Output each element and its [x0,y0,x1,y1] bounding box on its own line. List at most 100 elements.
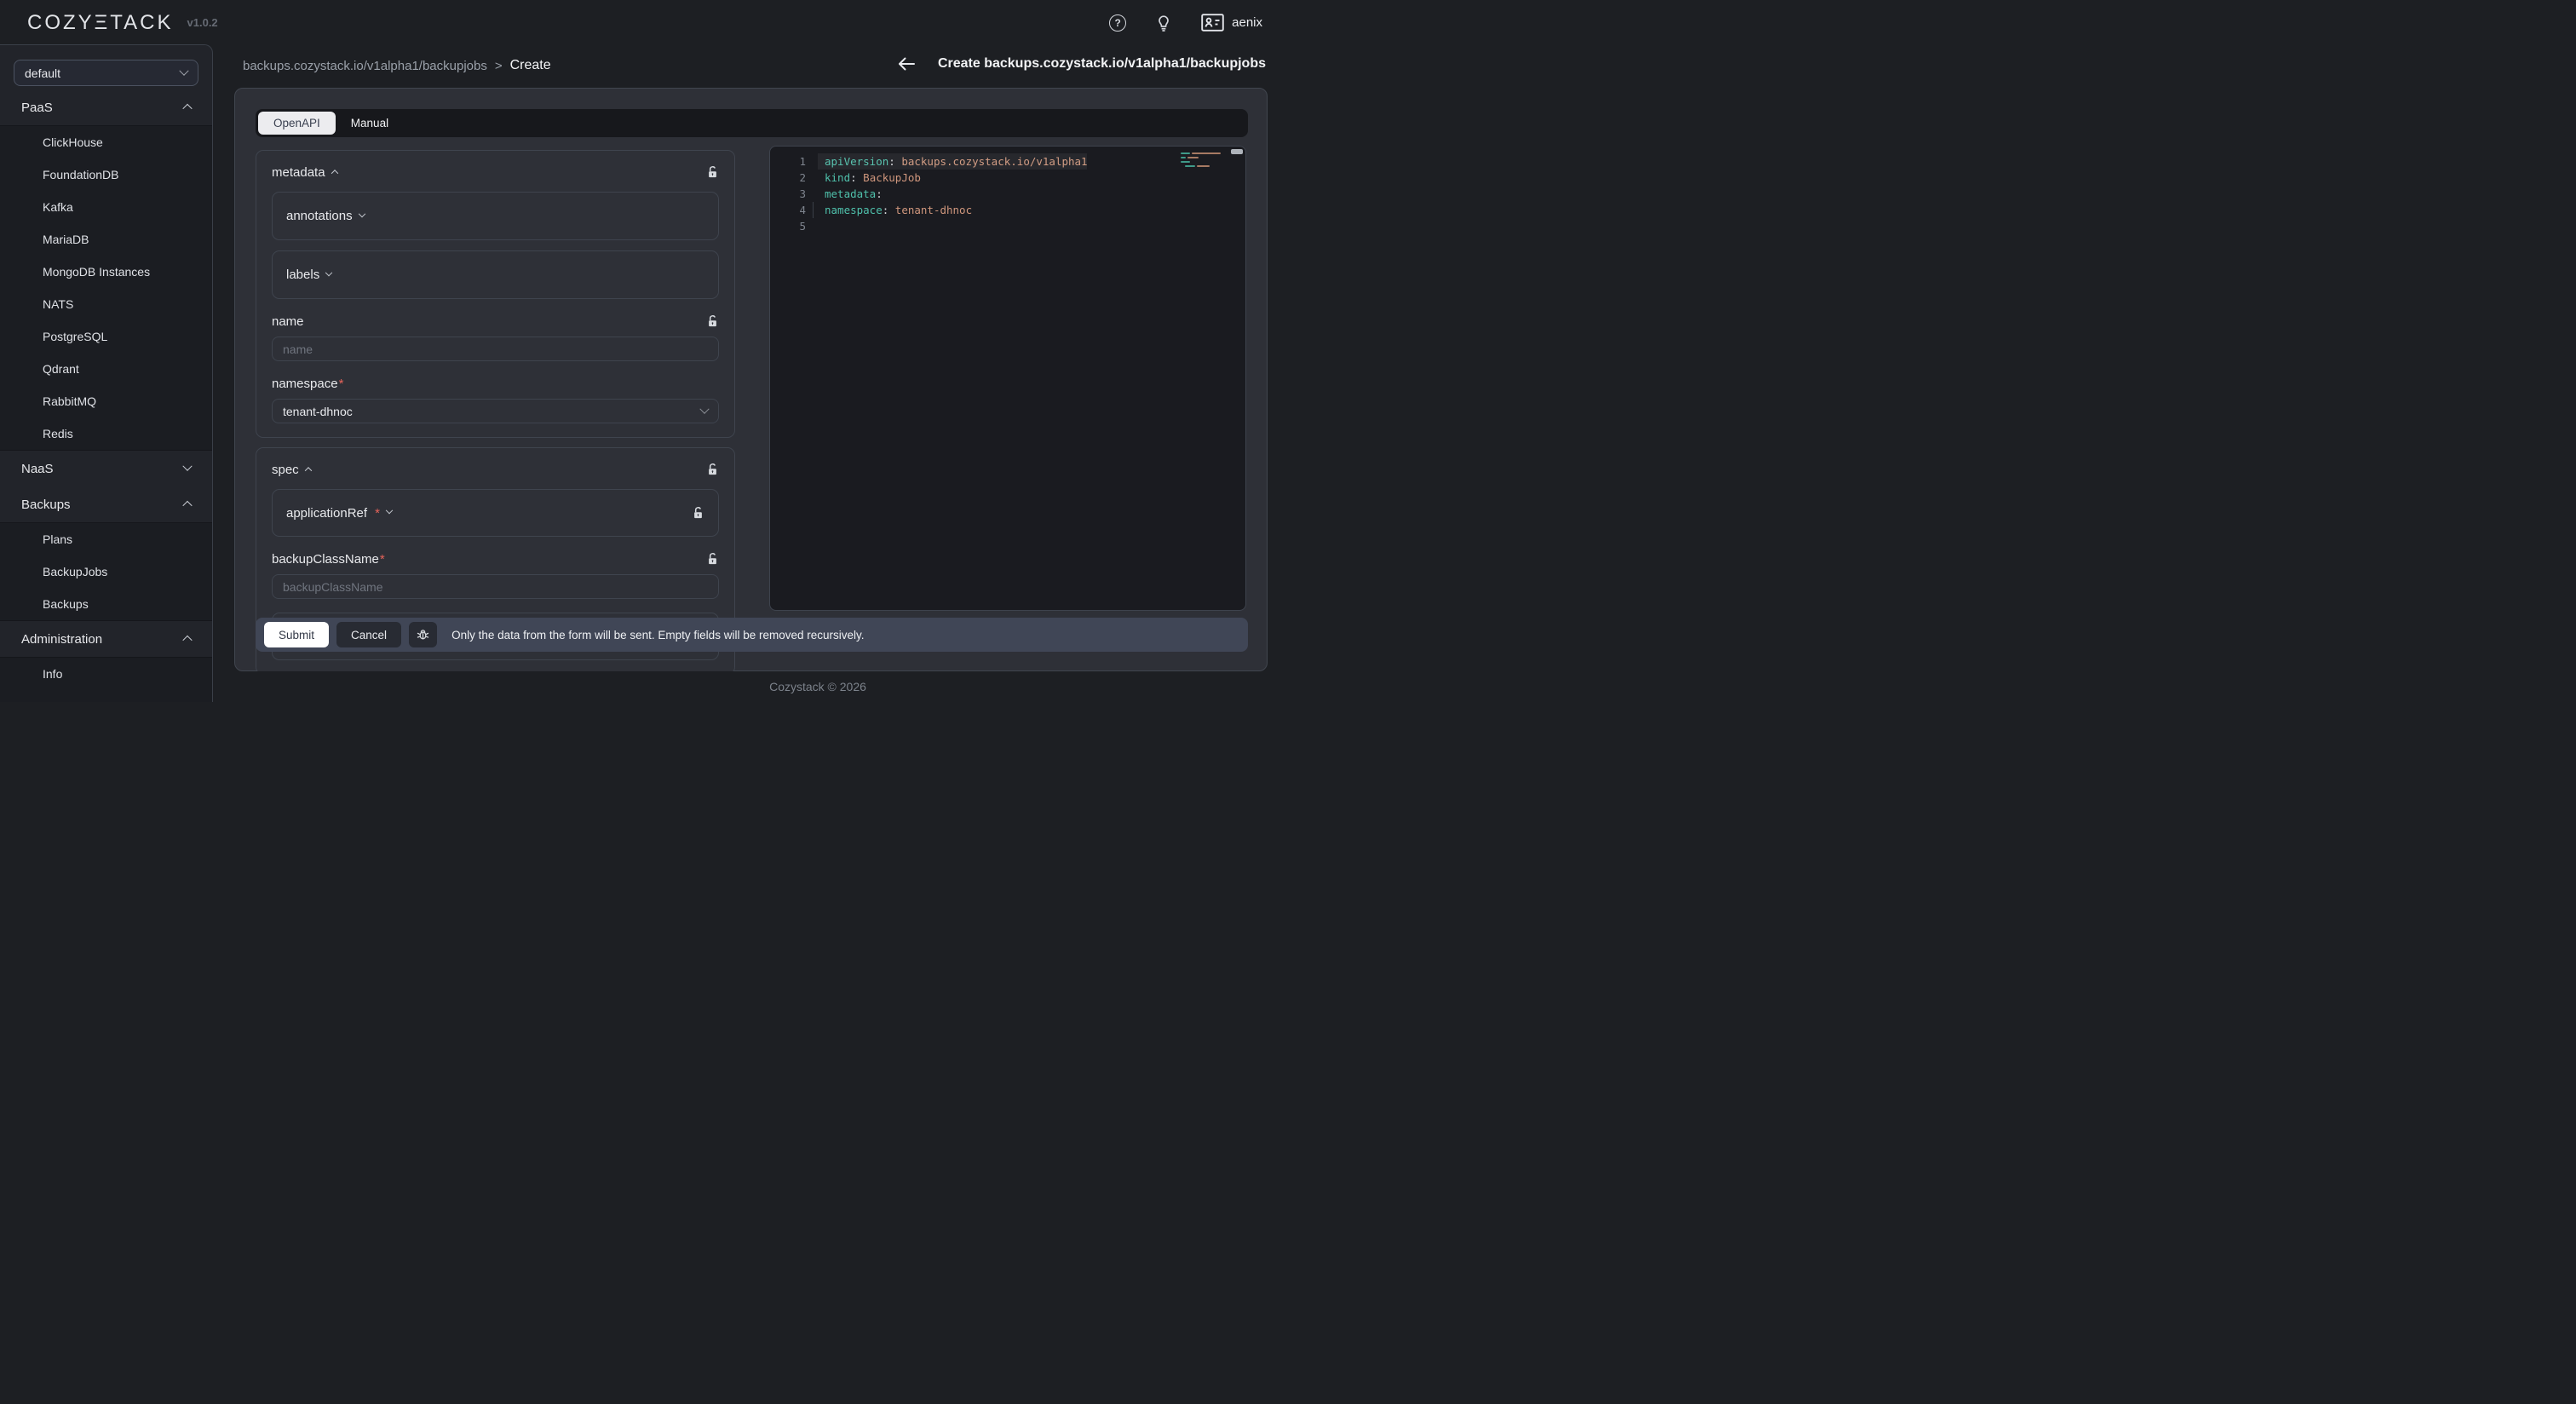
bug-icon [416,628,430,642]
breadcrumb-current: Create [510,58,551,73]
sidebar-item-mariadb[interactable]: MariaDB [0,223,212,256]
line-number: 2 [770,170,806,186]
unlock-icon[interactable] [706,552,719,567]
page-title-row: Create backups.cozystack.io/v1alpha1/bac… [897,56,1266,72]
lightbulb-icon [1155,14,1172,32]
chevron-up-icon [182,501,192,510]
sidebar-item-mongodb-instances[interactable]: MongoDB Instances [0,256,212,288]
chevron-down-icon [182,462,192,471]
code-line: 2 kind: BackupJob [770,170,1245,186]
chevron-down-icon [179,66,188,75]
line-number: 1 [770,153,806,170]
chevron-down-icon [386,507,393,514]
question-mark-icon: ? [1109,14,1126,32]
unlock-icon[interactable] [706,314,719,329]
submit-button[interactable]: Submit [264,622,329,647]
footer-copyright: Cozystack © 2026 [383,680,1252,693]
form-notice-text: Only the data from the form will be sent… [451,629,864,642]
backupclassname-field-label: backupClassName* [272,552,385,567]
code-line: 4 namespace: tenant-dhnoc [770,202,1245,218]
applicationref-group[interactable]: applicationRef* [272,489,719,537]
project-selector[interactable]: default [14,60,198,86]
create-form-card: OpenAPI Manual metadata annotations labe… [234,88,1268,671]
cancel-button[interactable]: Cancel [336,622,401,647]
metadata-panel: metadata annotations labels name namespa… [256,150,735,438]
chevron-down-icon [325,268,332,275]
chevron-up-icon [331,170,337,176]
labels-group[interactable]: labels [272,250,719,299]
line-number: 4 [770,202,806,218]
required-asterisk: * [380,552,385,567]
sidebar-list-backups: Plans BackupJobs Backups [0,522,212,621]
editor-minimap [1181,152,1232,170]
chevron-up-icon [304,467,311,474]
logo-xi-glyph: Ξ [95,11,111,35]
chevron-down-icon [358,210,365,216]
editor-mode-tabs: OpenAPI Manual [256,109,1248,137]
form-scroll-area[interactable]: metadata annotations labels name namespa… [256,150,735,671]
unlock-icon[interactable] [692,506,704,521]
code-line: 1 apiVersion: backups.cozystack.io/v1alp… [770,153,1245,170]
sidebar-list-administration: Info [0,657,212,702]
sidebar-item-clickhouse[interactable]: ClickHouse [0,126,212,158]
name-field-label: name [272,314,304,329]
namespace-field-label: namespace* [272,377,343,391]
sidebar-item-foundationdb[interactable]: FoundationDB [0,158,212,191]
sidebar-item-qdrant[interactable]: Qdrant [0,353,212,385]
top-bar: COZYΞTACK v1.0.2 ? aenix [0,0,1288,45]
sidebar-section-paas[interactable]: PaaS [0,89,212,125]
breadcrumb-separator: > [495,59,503,73]
sidebar-item-backups[interactable]: Backups [0,588,212,620]
sidebar-item-rabbitmq[interactable]: RabbitMQ [0,385,212,417]
breadcrumb: backups.cozystack.io/v1alpha1/backupjobs… [243,58,551,73]
help-button[interactable]: ? [1109,14,1126,32]
namespace-select-value: tenant-dhnoc [283,405,353,418]
editor-scrollbar-handle[interactable] [1231,149,1243,154]
sidebar-item-postgresql[interactable]: PostgreSQL [0,320,212,353]
sidebar-item-info[interactable]: Info [0,658,212,690]
required-asterisk: * [375,506,380,521]
back-arrow-icon[interactable] [897,56,916,72]
sidebar-item-redis[interactable]: Redis [0,417,212,450]
unlock-icon[interactable] [706,463,719,477]
yaml-code-editor[interactable]: 1 apiVersion: backups.cozystack.io/v1alp… [769,146,1246,611]
sidebar-item-plans[interactable]: Plans [0,523,212,555]
line-number: 5 [770,218,806,234]
annotations-group[interactable]: annotations [272,192,719,240]
theme-toggle-button[interactable] [1155,14,1172,32]
app-logo: COZYΞTACK [27,11,174,35]
sidebar-section-administration[interactable]: Administration [0,621,212,657]
breadcrumb-resource[interactable]: backups.cozystack.io/v1alpha1/backupjobs [243,59,487,73]
current-line-highlight [818,153,1087,170]
code-line: 3 metadata: [770,186,1245,202]
sidebar-section-naas[interactable]: NaaS [0,451,212,486]
sidebar-item-backupjobs[interactable]: BackupJobs [0,555,212,588]
page-title: Create backups.cozystack.io/v1alpha1/bac… [938,56,1266,72]
name-input[interactable] [272,337,719,361]
username: aenix [1232,15,1262,30]
backupclassname-input[interactable] [272,574,719,599]
chevron-up-icon [182,636,192,645]
namespace-select[interactable]: tenant-dhnoc [272,399,719,423]
unlock-icon[interactable] [706,165,719,180]
user-menu[interactable]: aenix [1201,14,1262,32]
project-selector-value: default [25,66,60,80]
spec-section-toggle[interactable]: spec [272,463,311,477]
required-asterisk: * [339,377,344,391]
sidebar: default PaaS ClickHouse FoundationDB Kaf… [0,44,213,702]
id-card-icon [1201,14,1224,32]
sidebar-section-backups[interactable]: Backups [0,486,212,522]
tab-openapi[interactable]: OpenAPI [258,112,336,135]
sidebar-list-paas: ClickHouse FoundationDB Kafka MariaDB Mo… [0,125,212,451]
chevron-down-icon [699,404,709,413]
app-version: v1.0.2 [187,16,218,29]
code-line: 5 [770,218,1245,234]
debug-button[interactable] [409,622,437,647]
form-action-bar: Submit Cancel Only the data from the for… [256,618,1248,652]
chevron-up-icon [182,104,192,113]
line-number: 3 [770,186,806,202]
sidebar-item-nats[interactable]: NATS [0,288,212,320]
metadata-section-toggle[interactable]: metadata [272,165,337,180]
sidebar-item-kafka[interactable]: Kafka [0,191,212,223]
tab-manual[interactable]: Manual [336,112,404,135]
